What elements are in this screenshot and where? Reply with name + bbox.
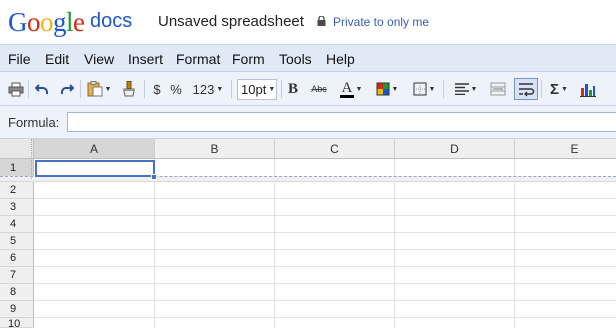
column-header-c[interactable]: C [275, 139, 395, 159]
toolbar: ▼ $ % 123 ▼ 10pt ▼ B Abc A ▼ ▼ ▼ ▼ Σ ▼ [0, 72, 616, 106]
chevron-down-icon: ▼ [216, 85, 224, 93]
row-header-10[interactable]: 10 [0, 318, 34, 330]
menu-file[interactable]: File [8, 51, 31, 67]
menu-form[interactable]: Form [232, 51, 265, 67]
sum-button[interactable]: Σ ▼ [545, 78, 573, 100]
chart-icon [580, 83, 596, 97]
print-button[interactable] [6, 78, 26, 100]
sharing-status-link[interactable]: Private to only me [333, 15, 429, 29]
merge-icon [490, 82, 506, 96]
fill-color-button[interactable]: ▼ [373, 78, 401, 100]
formula-label: Formula: [8, 115, 60, 130]
logo-letter: g [53, 7, 67, 37]
align-icon [454, 83, 469, 95]
paint-format-button[interactable] [119, 78, 139, 100]
sum-icon: Σ [550, 80, 560, 98]
wrap-icon [519, 83, 535, 97]
logo-product-name: docs [90, 10, 133, 32]
table-row[interactable] [34, 233, 616, 250]
menu-help[interactable]: Help [326, 51, 355, 67]
active-cell-a1[interactable] [35, 160, 155, 177]
column-header-d[interactable]: D [395, 139, 515, 159]
print-icon [8, 82, 24, 96]
formula-bar: Formula: [0, 106, 616, 139]
align-button[interactable]: ▼ [451, 78, 481, 100]
chevron-down-icon: ▼ [561, 85, 568, 93]
table-row[interactable] [34, 216, 616, 233]
number-format-label: 123 [192, 81, 215, 97]
spreadsheet-grid: A B C D E 1 2 3 4 5 6 7 8 9 10 [0, 139, 616, 330]
column-header-b[interactable]: B [155, 139, 275, 159]
text-color-button[interactable]: A ▼ [337, 78, 365, 100]
logo-letter: e [73, 7, 85, 37]
row-header-7[interactable]: 7 [0, 267, 34, 284]
bold-button[interactable]: B [286, 78, 300, 100]
menu-tools[interactable]: Tools [279, 51, 312, 67]
menu-view[interactable]: View [84, 51, 114, 67]
frozen-columns-divider[interactable] [31, 139, 34, 179]
paste-icon [87, 81, 103, 97]
lock-icon [317, 16, 326, 26]
table-row[interactable] [34, 182, 616, 199]
logo-letter: G [8, 7, 28, 37]
font-size-value: 10pt [241, 82, 267, 97]
google-logo[interactable]: Google [8, 5, 85, 39]
redo-button[interactable] [57, 78, 77, 100]
app-header: Google docs Unsaved spreadsheet Private … [0, 0, 616, 44]
percent-format-button[interactable]: % [168, 78, 184, 100]
merge-cells-button[interactable] [488, 78, 508, 100]
text-color-icon: A [339, 80, 354, 98]
paste-button[interactable]: ▼ [84, 78, 114, 100]
borders-icon [413, 82, 427, 96]
row-header-6[interactable]: 6 [0, 250, 34, 267]
formula-input[interactable] [67, 112, 616, 132]
table-row[interactable] [34, 318, 616, 328]
logo-letter: l [66, 7, 74, 37]
row-header-4[interactable]: 4 [0, 216, 34, 233]
row-header-5[interactable]: 5 [0, 233, 34, 250]
logo-letter: o [27, 7, 41, 37]
column-header-e[interactable]: E [515, 139, 616, 159]
table-row[interactable] [34, 301, 616, 318]
row-header-9[interactable]: 9 [0, 301, 34, 318]
redo-icon [61, 84, 74, 94]
row-header-2[interactable]: 2 [0, 182, 34, 199]
column-header-a[interactable]: A [34, 139, 155, 159]
currency-format-button[interactable]: $ [150, 78, 164, 100]
chevron-down-icon: ▼ [268, 86, 276, 93]
row-header-8[interactable]: 8 [0, 284, 34, 301]
borders-button[interactable]: ▼ [410, 78, 438, 100]
menu-insert[interactable]: Insert [128, 51, 163, 67]
undo-button[interactable] [32, 78, 52, 100]
select-all-corner[interactable] [0, 139, 34, 159]
wrap-text-button[interactable] [514, 78, 538, 100]
table-row[interactable] [34, 267, 616, 284]
row-header-1[interactable]: 1 [0, 159, 34, 177]
menu-edit[interactable]: Edit [45, 51, 69, 67]
table-row[interactable] [34, 284, 616, 301]
number-format-button[interactable]: 123 ▼ [190, 78, 226, 100]
document-title[interactable]: Unsaved spreadsheet [158, 13, 304, 30]
menu-bar: File Edit View Insert Format Form Tools … [0, 44, 616, 72]
fill-color-icon [376, 82, 390, 96]
fill-handle[interactable] [151, 174, 157, 180]
insert-chart-button[interactable] [578, 78, 598, 100]
paint-format-icon [123, 81, 135, 97]
row-header-3[interactable]: 3 [0, 199, 34, 216]
table-row[interactable] [34, 199, 616, 216]
table-row[interactable] [34, 250, 616, 267]
undo-icon [35, 84, 48, 94]
font-size-select[interactable]: 10pt ▼ [237, 79, 277, 100]
logo-letter: o [40, 7, 54, 37]
menu-format[interactable]: Format [176, 51, 220, 67]
strikethrough-button[interactable]: Abc [308, 78, 330, 100]
